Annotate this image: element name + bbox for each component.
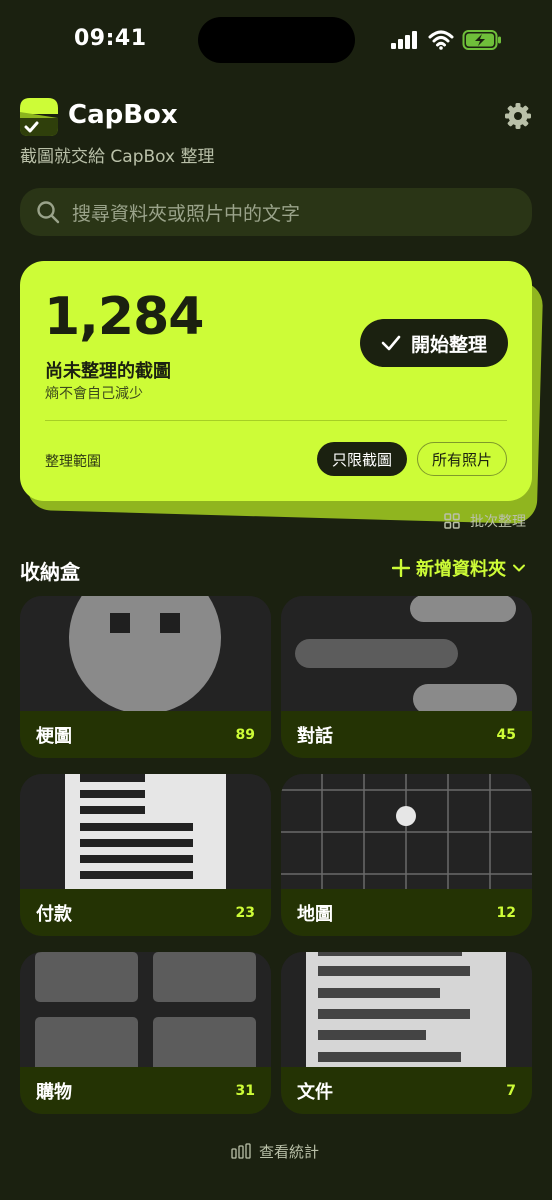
folder-footer: 對話 45 (281, 711, 532, 758)
cellular-signal-icon (391, 31, 417, 49)
payments-thumbnail (20, 774, 271, 889)
inbox-title: 收納盒 (20, 560, 80, 584)
add-folder-button[interactable]: 新增資料夾 (392, 556, 526, 580)
unsorted-count: 1,284 (44, 287, 204, 347)
folder-footer: 地圖 12 (281, 889, 532, 936)
start-sorting-button[interactable]: 開始整理 (360, 319, 508, 367)
folder-footer: 購物 31 (20, 1067, 271, 1114)
folder-name: 文件 (297, 1081, 333, 1103)
grid-icon (444, 513, 460, 529)
batch-sort-label: 批次整理 (470, 514, 526, 530)
unsorted-card: 1,284 尚未整理的截圖 熵不會自己減少 開始整理 整理範圍 只限截圖 所有照… (20, 261, 532, 501)
folder-count: 23 (235, 904, 255, 921)
view-stats-link[interactable]: 查看統計 (231, 1140, 319, 1162)
unsorted-label: 尚未整理的截圖 (45, 361, 171, 382)
chevron-down-icon (513, 564, 525, 572)
folder-name: 梗圖 (36, 725, 72, 747)
app-title: CapBox (68, 100, 178, 130)
scope-label: 整理範圍 (45, 454, 101, 470)
capbox-logo-icon (20, 98, 58, 136)
batch-sort-link[interactable]: 批次整理 (444, 511, 526, 531)
unsorted-note: 熵不會自己減少 (45, 386, 143, 402)
documents-thumbnail (281, 952, 532, 1067)
folder-count: 7 (506, 1082, 516, 1099)
folder-count: 12 (496, 904, 516, 921)
bar-chart-icon (231, 1143, 251, 1159)
wifi-icon (428, 30, 454, 50)
folder-tile-maps[interactable]: 地圖 12 (281, 774, 532, 936)
folder-footer: 付款 23 (20, 889, 271, 936)
folder-footer: 梗圖 89 (20, 711, 271, 758)
card-divider (45, 420, 507, 421)
status-time: 09:41 (74, 26, 147, 51)
scope-option-all-photos[interactable]: 所有照片 (417, 442, 507, 476)
folder-count: 45 (496, 726, 516, 743)
folder-count: 31 (235, 1082, 255, 1099)
gear-icon[interactable] (504, 102, 532, 130)
folder-tile-documents[interactable]: 文件 7 (281, 952, 532, 1114)
app-header: CapBox 截圖就交給 CapBox 整理 (20, 96, 532, 167)
folder-name: 對話 (297, 725, 333, 747)
folder-name: 地圖 (297, 903, 333, 925)
scope-option-screenshots[interactable]: 只限截圖 (317, 442, 407, 476)
search-bar[interactable]: 搜尋資料夾或照片中的文字 (20, 188, 532, 236)
folder-tile-memes[interactable]: 梗圖 89 (20, 596, 271, 758)
folder-tile-payments[interactable]: 付款 23 (20, 774, 271, 936)
start-sorting-label: 開始整理 (410, 333, 487, 356)
chats-thumbnail (281, 596, 532, 711)
dynamic-island (198, 17, 355, 63)
folder-tile-shopping[interactable]: 購物 31 (20, 952, 271, 1114)
maps-thumbnail (281, 774, 532, 889)
folder-tile-chats[interactable]: 對話 45 (281, 596, 532, 758)
view-stats-label: 查看統計 (259, 1142, 320, 1161)
search-icon (37, 201, 60, 224)
app-subtitle: 截圖就交給 CapBox 整理 (20, 147, 215, 167)
battery-charging-icon (462, 30, 501, 50)
status-icons (390, 28, 502, 52)
add-folder-label: 新增資料夾 (416, 559, 506, 580)
checkmark-icon (381, 335, 401, 351)
plus-icon (392, 559, 410, 577)
status-bar: 09:41 (0, 0, 552, 84)
folder-name: 購物 (36, 1081, 72, 1103)
folder-footer: 文件 7 (281, 1067, 532, 1114)
folder-name: 付款 (36, 903, 72, 925)
shopping-thumbnail (20, 952, 271, 1067)
folder-count: 89 (235, 726, 255, 743)
search-placeholder: 搜尋資料夾或照片中的文字 (72, 202, 301, 225)
memes-thumbnail (20, 596, 271, 711)
